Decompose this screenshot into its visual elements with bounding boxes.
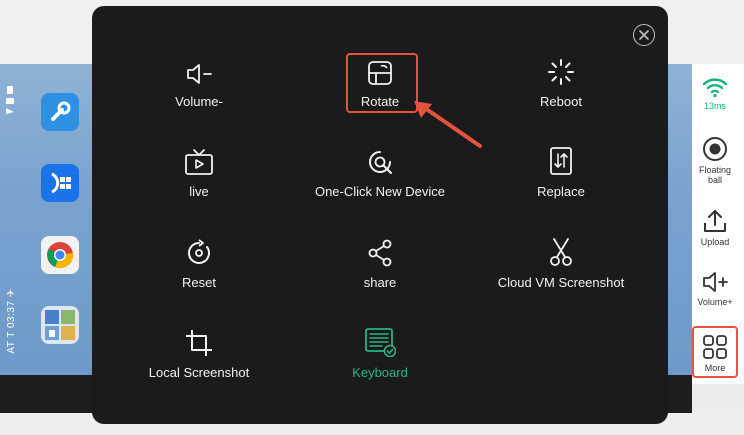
keyboard-label: Keyboard — [352, 365, 408, 380]
chrome-icon[interactable] — [41, 236, 79, 274]
floating-ball-label: Floating ball — [698, 165, 732, 185]
replace-icon — [550, 147, 572, 175]
new-device-label: One-Click New Device — [314, 184, 446, 199]
local-screenshot-label: Local Screenshot — [148, 365, 250, 380]
live-button[interactable]: live — [109, 144, 289, 214]
reset-label: Reset — [182, 275, 216, 290]
status-time: AT T 03:37 ✈ — [6, 288, 17, 354]
share-label: share — [363, 275, 397, 290]
rotate-icon — [368, 61, 392, 85]
more-label: More — [704, 363, 726, 373]
new-device-button[interactable]: One-Click New Device — [290, 144, 470, 214]
volume-down-button[interactable]: Volume- — [109, 54, 289, 124]
grid-icon — [703, 335, 727, 359]
floating-ball-button[interactable]: Floating ball — [692, 136, 738, 185]
signal-icon — [6, 86, 14, 114]
share-button[interactable]: share — [290, 235, 470, 305]
reset-button[interactable]: Reset — [109, 235, 289, 305]
close-button[interactable] — [633, 24, 655, 46]
reboot-icon — [548, 59, 574, 85]
share-icon — [368, 239, 392, 267]
upload-button[interactable]: Upload — [692, 208, 738, 247]
floating-ball-icon — [703, 137, 727, 161]
cloud-vm-screenshot-label: Cloud VM Screenshot — [497, 275, 625, 290]
new-device-icon — [369, 151, 392, 174]
live-label: live — [189, 184, 209, 199]
scissors-icon — [550, 238, 572, 266]
volume-down-label: Volume- — [175, 94, 223, 109]
replace-button[interactable]: Replace — [471, 144, 651, 214]
tv-icon — [185, 149, 213, 175]
tools-app-icon[interactable] — [41, 93, 79, 131]
more-actions-modal: Volume- Rotate Reboot live One-Click New… — [92, 6, 668, 424]
replace-label: Replace — [537, 184, 585, 199]
volume-up-icon — [703, 272, 728, 292]
status-bar: AT T 03:37 ✈ — [2, 74, 20, 374]
rotate-label: Rotate — [360, 94, 400, 109]
keyboard-button[interactable]: Keyboard — [290, 325, 470, 395]
volume-up-label: Volume+ — [697, 297, 733, 307]
crop-icon — [186, 330, 212, 356]
local-screenshot-button[interactable]: Local Screenshot — [109, 325, 289, 395]
cloud-vm-screenshot-button[interactable]: Cloud VM Screenshot — [471, 235, 651, 305]
right-toolbar: 13ms Floating ball Upload Volume+ More — [692, 64, 744, 384]
keyboard-icon — [365, 328, 396, 357]
upload-icon — [704, 210, 726, 232]
blue-app-icon[interactable] — [41, 164, 79, 202]
rotate-button[interactable]: Rotate — [290, 54, 470, 124]
latency-text: 13ms — [703, 101, 726, 111]
reset-icon — [188, 239, 210, 264]
gallery-app-icon[interactable] — [41, 306, 79, 344]
reboot-button[interactable]: Reboot — [471, 54, 651, 124]
volume-up-button[interactable]: Volume+ — [692, 270, 738, 307]
volume-down-icon — [187, 64, 212, 84]
wifi-icon — [702, 78, 728, 98]
reboot-label: Reboot — [540, 94, 582, 109]
more-button[interactable]: More — [692, 326, 738, 378]
wifi-status[interactable]: 13ms — [692, 76, 738, 111]
close-icon — [639, 30, 649, 40]
upload-label: Upload — [700, 237, 730, 247]
